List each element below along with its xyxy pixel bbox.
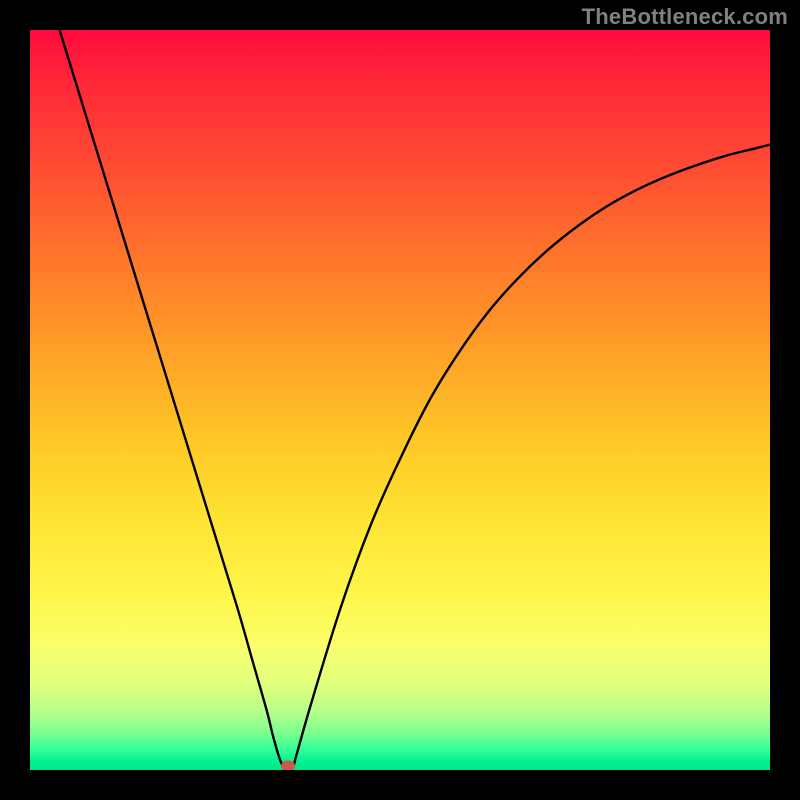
watermark-text: TheBottleneck.com [582, 4, 788, 30]
chart-frame: TheBottleneck.com [0, 0, 800, 800]
curve-svg [30, 30, 770, 770]
bottleneck-curve [60, 30, 770, 769]
plot-area [30, 30, 770, 770]
optimum-marker [281, 761, 295, 770]
